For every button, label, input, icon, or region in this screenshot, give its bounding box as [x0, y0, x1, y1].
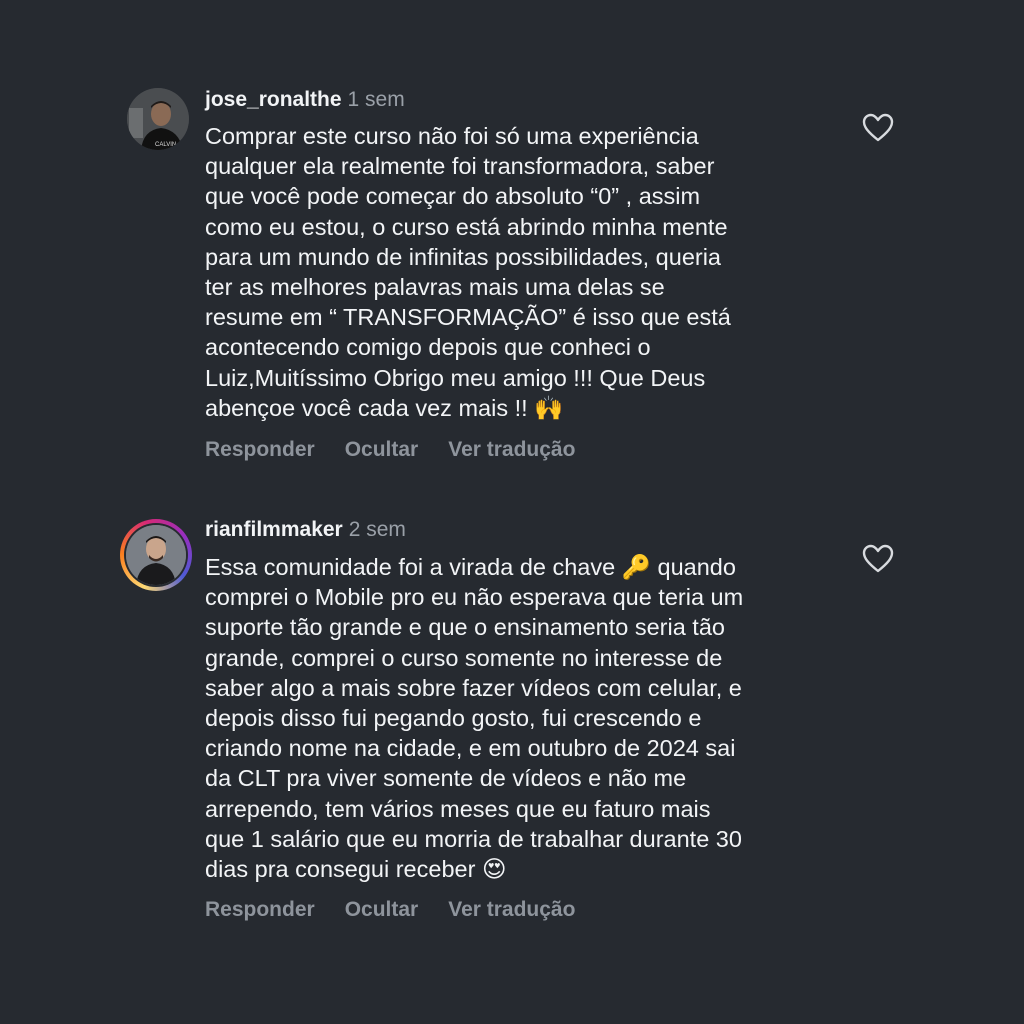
username[interactable]: jose_ronalthe [205, 88, 342, 111]
comment-header: jose_ronalthe 1 sem [205, 88, 405, 112]
see-translation-button[interactable]: Ver tradução [448, 438, 575, 461]
comment-line: depois disso fui pegando gosto, fui cres… [205, 705, 702, 732]
comment-line: dias pra consegui receber 😍 [205, 856, 507, 883]
avatar[interactable]: CALVIN [127, 88, 189, 150]
comment-line: que você pode começar do absoluto “0” , … [205, 183, 701, 210]
comment-line: que 1 salário que eu morria de trabalhar… [205, 825, 742, 852]
comment-header: rianfilmmaker 2 sem [205, 518, 406, 542]
comment-line: da CLT pra viver somente de vídeos e não… [205, 765, 687, 792]
svg-text:CALVIN: CALVIN [155, 142, 176, 148]
comment-line: saber algo a mais sobre fazer vídeos com… [205, 674, 742, 701]
comment-line: Essa comunidade foi a virada de chave 🔑 … [205, 554, 736, 580]
comment-line: Luiz,Muitíssimo Obrigo meu amigo !!! Que… [205, 364, 706, 391]
comment-line: para um mundo de infinitas possibilidade… [205, 243, 722, 270]
comment-line: comprei o Mobile pro eu não esperava que… [205, 584, 744, 611]
avatar-photo: CALVIN [127, 88, 189, 150]
hide-button[interactable]: Ocultar [345, 898, 419, 921]
comment-line: resume em “ TRANSFORMAÇÃO” é isso que es… [205, 304, 731, 331]
hide-button[interactable]: Ocultar [345, 438, 419, 461]
username[interactable]: rianfilmmaker [205, 518, 343, 541]
comment-line: ter as melhores palavras mais uma delas … [205, 274, 665, 301]
comment-line: grande, comprei o curso somente no inter… [205, 644, 723, 671]
comment-line: como eu estou, o curso está abrindo minh… [205, 213, 728, 240]
heart-outline-icon[interactable] [862, 113, 894, 143]
comment-line: acontecendo comigo depois que conheci o [205, 334, 651, 361]
see-translation-button[interactable]: Ver tradução [448, 898, 575, 921]
heart-outline-icon[interactable] [862, 544, 894, 574]
reply-button[interactable]: Responder [205, 438, 315, 461]
comment-line: arrependo, tem vários meses que eu fatur… [205, 795, 711, 822]
avatar-story-ring[interactable] [120, 519, 192, 591]
comment-line: abençoe você cada vez mais !! 🙌 [205, 394, 564, 421]
comment-actions: Responder Ocultar Ver tradução [205, 898, 605, 922]
comment-text: Comprar este curso não foi só uma experi… [205, 121, 845, 423]
comment-text: Essa comunidade foi a virada de chave 🔑 … [205, 552, 845, 884]
comment-line: suporte tão grande e que o ensinamento s… [205, 614, 725, 641]
comment-line: Comprar este curso não foi só uma experi… [205, 123, 699, 149]
avatar [126, 525, 186, 585]
reply-button[interactable]: Responder [205, 898, 315, 921]
timestamp: 2 sem [348, 518, 406, 541]
comment-line: criando nome na cidade, e em outubro de … [205, 735, 736, 762]
timestamp: 1 sem [347, 88, 405, 111]
comment-actions: Responder Ocultar Ver tradução [205, 438, 605, 462]
comment-line: qualquer ela realmente foi transformador… [205, 153, 715, 180]
